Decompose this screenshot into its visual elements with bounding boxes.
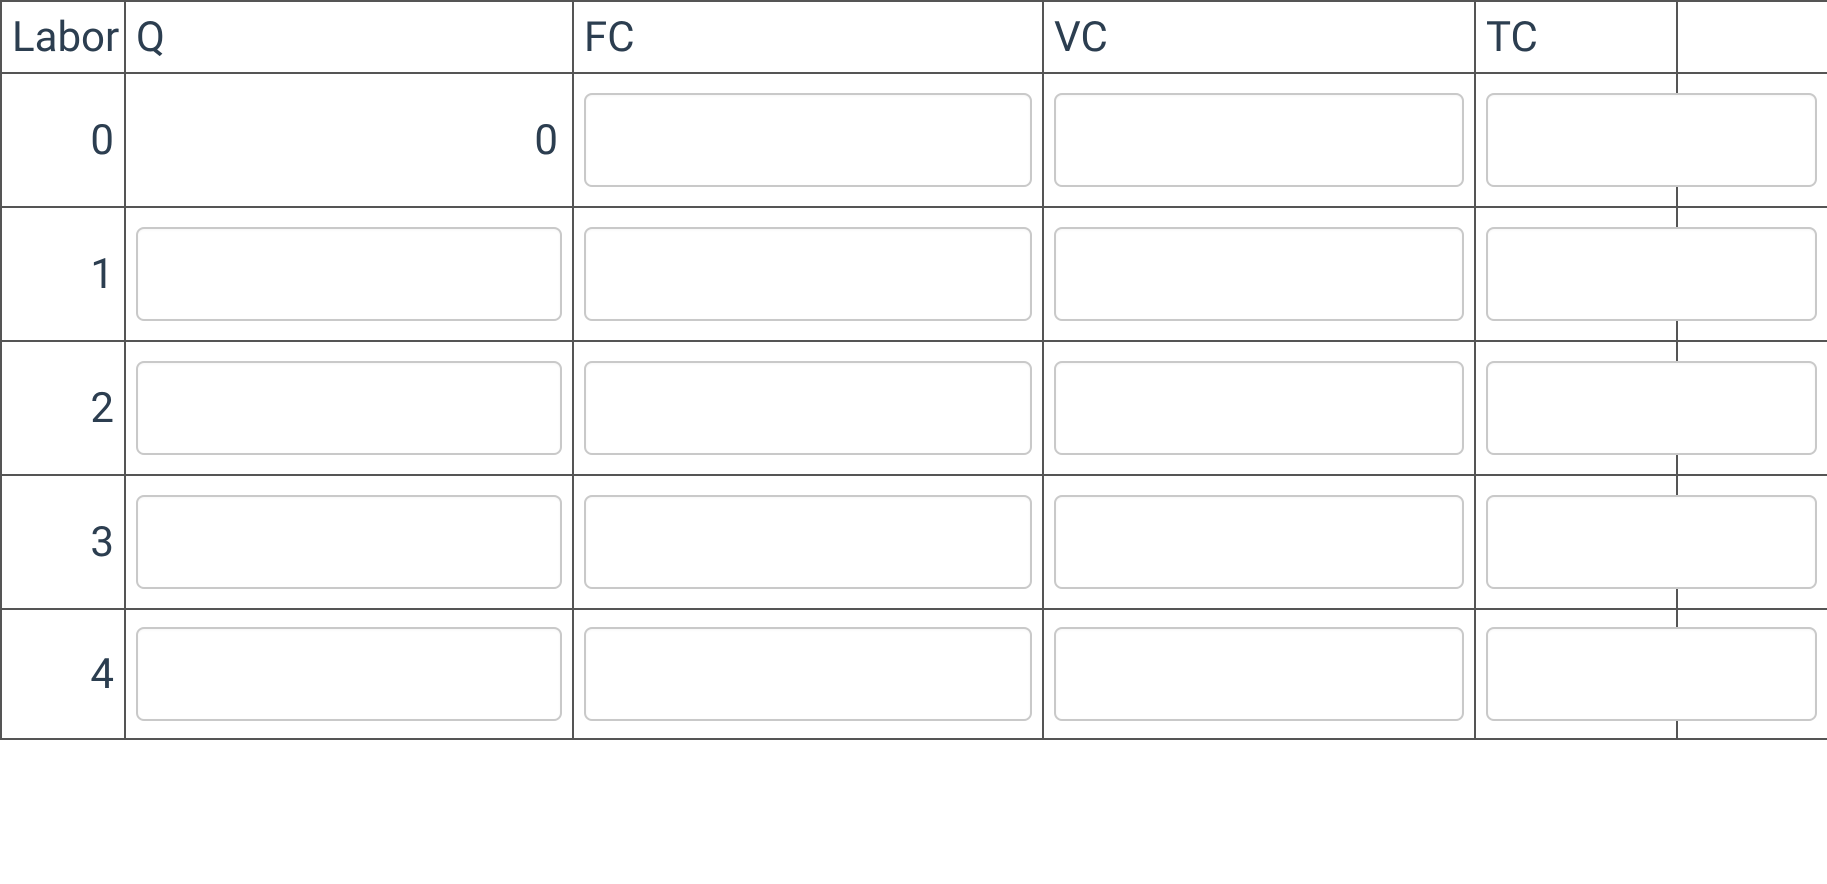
labor-value: 4 <box>1 609 125 739</box>
labor-value: 3 <box>1 475 125 609</box>
fc-cell <box>573 207 1043 341</box>
fc-input[interactable] <box>584 93 1032 187</box>
header-tc: TC <box>1475 1 1677 73</box>
fc-input[interactable] <box>584 495 1032 589</box>
fc-cell <box>573 341 1043 475</box>
q-cell <box>125 207 573 341</box>
fc-input[interactable] <box>584 227 1032 321</box>
tc-cell <box>1475 609 1677 739</box>
q-cell <box>125 475 573 609</box>
labor-value: 0 <box>1 73 125 207</box>
labor-value: 2 <box>1 341 125 475</box>
cost-table: Labor Q FC VC TC 0 0 1 <box>0 0 1827 740</box>
table-row: 4 <box>1 609 1827 739</box>
q-input[interactable] <box>136 361 562 455</box>
vc-input[interactable] <box>1054 227 1464 321</box>
tc-cell <box>1475 207 1677 341</box>
header-labor: Labor <box>1 1 125 73</box>
tc-input[interactable] <box>1486 93 1817 187</box>
labor-value: 1 <box>1 207 125 341</box>
fc-input[interactable] <box>584 627 1032 721</box>
tc-input[interactable] <box>1486 495 1817 589</box>
fc-cell <box>573 73 1043 207</box>
fc-cell <box>573 475 1043 609</box>
tc-input[interactable] <box>1486 227 1817 321</box>
header-extra <box>1677 1 1827 73</box>
vc-input[interactable] <box>1054 627 1464 721</box>
tc-cell <box>1475 341 1677 475</box>
q-input[interactable] <box>136 627 562 721</box>
vc-cell <box>1043 475 1475 609</box>
fc-cell <box>573 609 1043 739</box>
tc-cell <box>1475 475 1677 609</box>
vc-cell <box>1043 207 1475 341</box>
header-vc: VC <box>1043 1 1475 73</box>
vc-input[interactable] <box>1054 495 1464 589</box>
vc-input[interactable] <box>1054 93 1464 187</box>
table-row: 3 <box>1 475 1827 609</box>
vc-input[interactable] <box>1054 361 1464 455</box>
table-row: 0 0 <box>1 73 1827 207</box>
tc-input[interactable] <box>1486 361 1817 455</box>
q-cell <box>125 341 573 475</box>
header-q: Q <box>125 1 573 73</box>
q-input[interactable] <box>136 227 562 321</box>
header-fc: FC <box>573 1 1043 73</box>
vc-cell <box>1043 341 1475 475</box>
table-row: 1 <box>1 207 1827 341</box>
q-input[interactable] <box>136 495 562 589</box>
q-cell <box>125 609 573 739</box>
fc-input[interactable] <box>584 361 1032 455</box>
tc-input[interactable] <box>1486 627 1817 721</box>
table-header-row: Labor Q FC VC TC <box>1 1 1827 73</box>
tc-cell <box>1475 73 1677 207</box>
table-row: 2 <box>1 341 1827 475</box>
vc-cell <box>1043 609 1475 739</box>
vc-cell <box>1043 73 1475 207</box>
q-static-value: 0 <box>125 73 573 207</box>
